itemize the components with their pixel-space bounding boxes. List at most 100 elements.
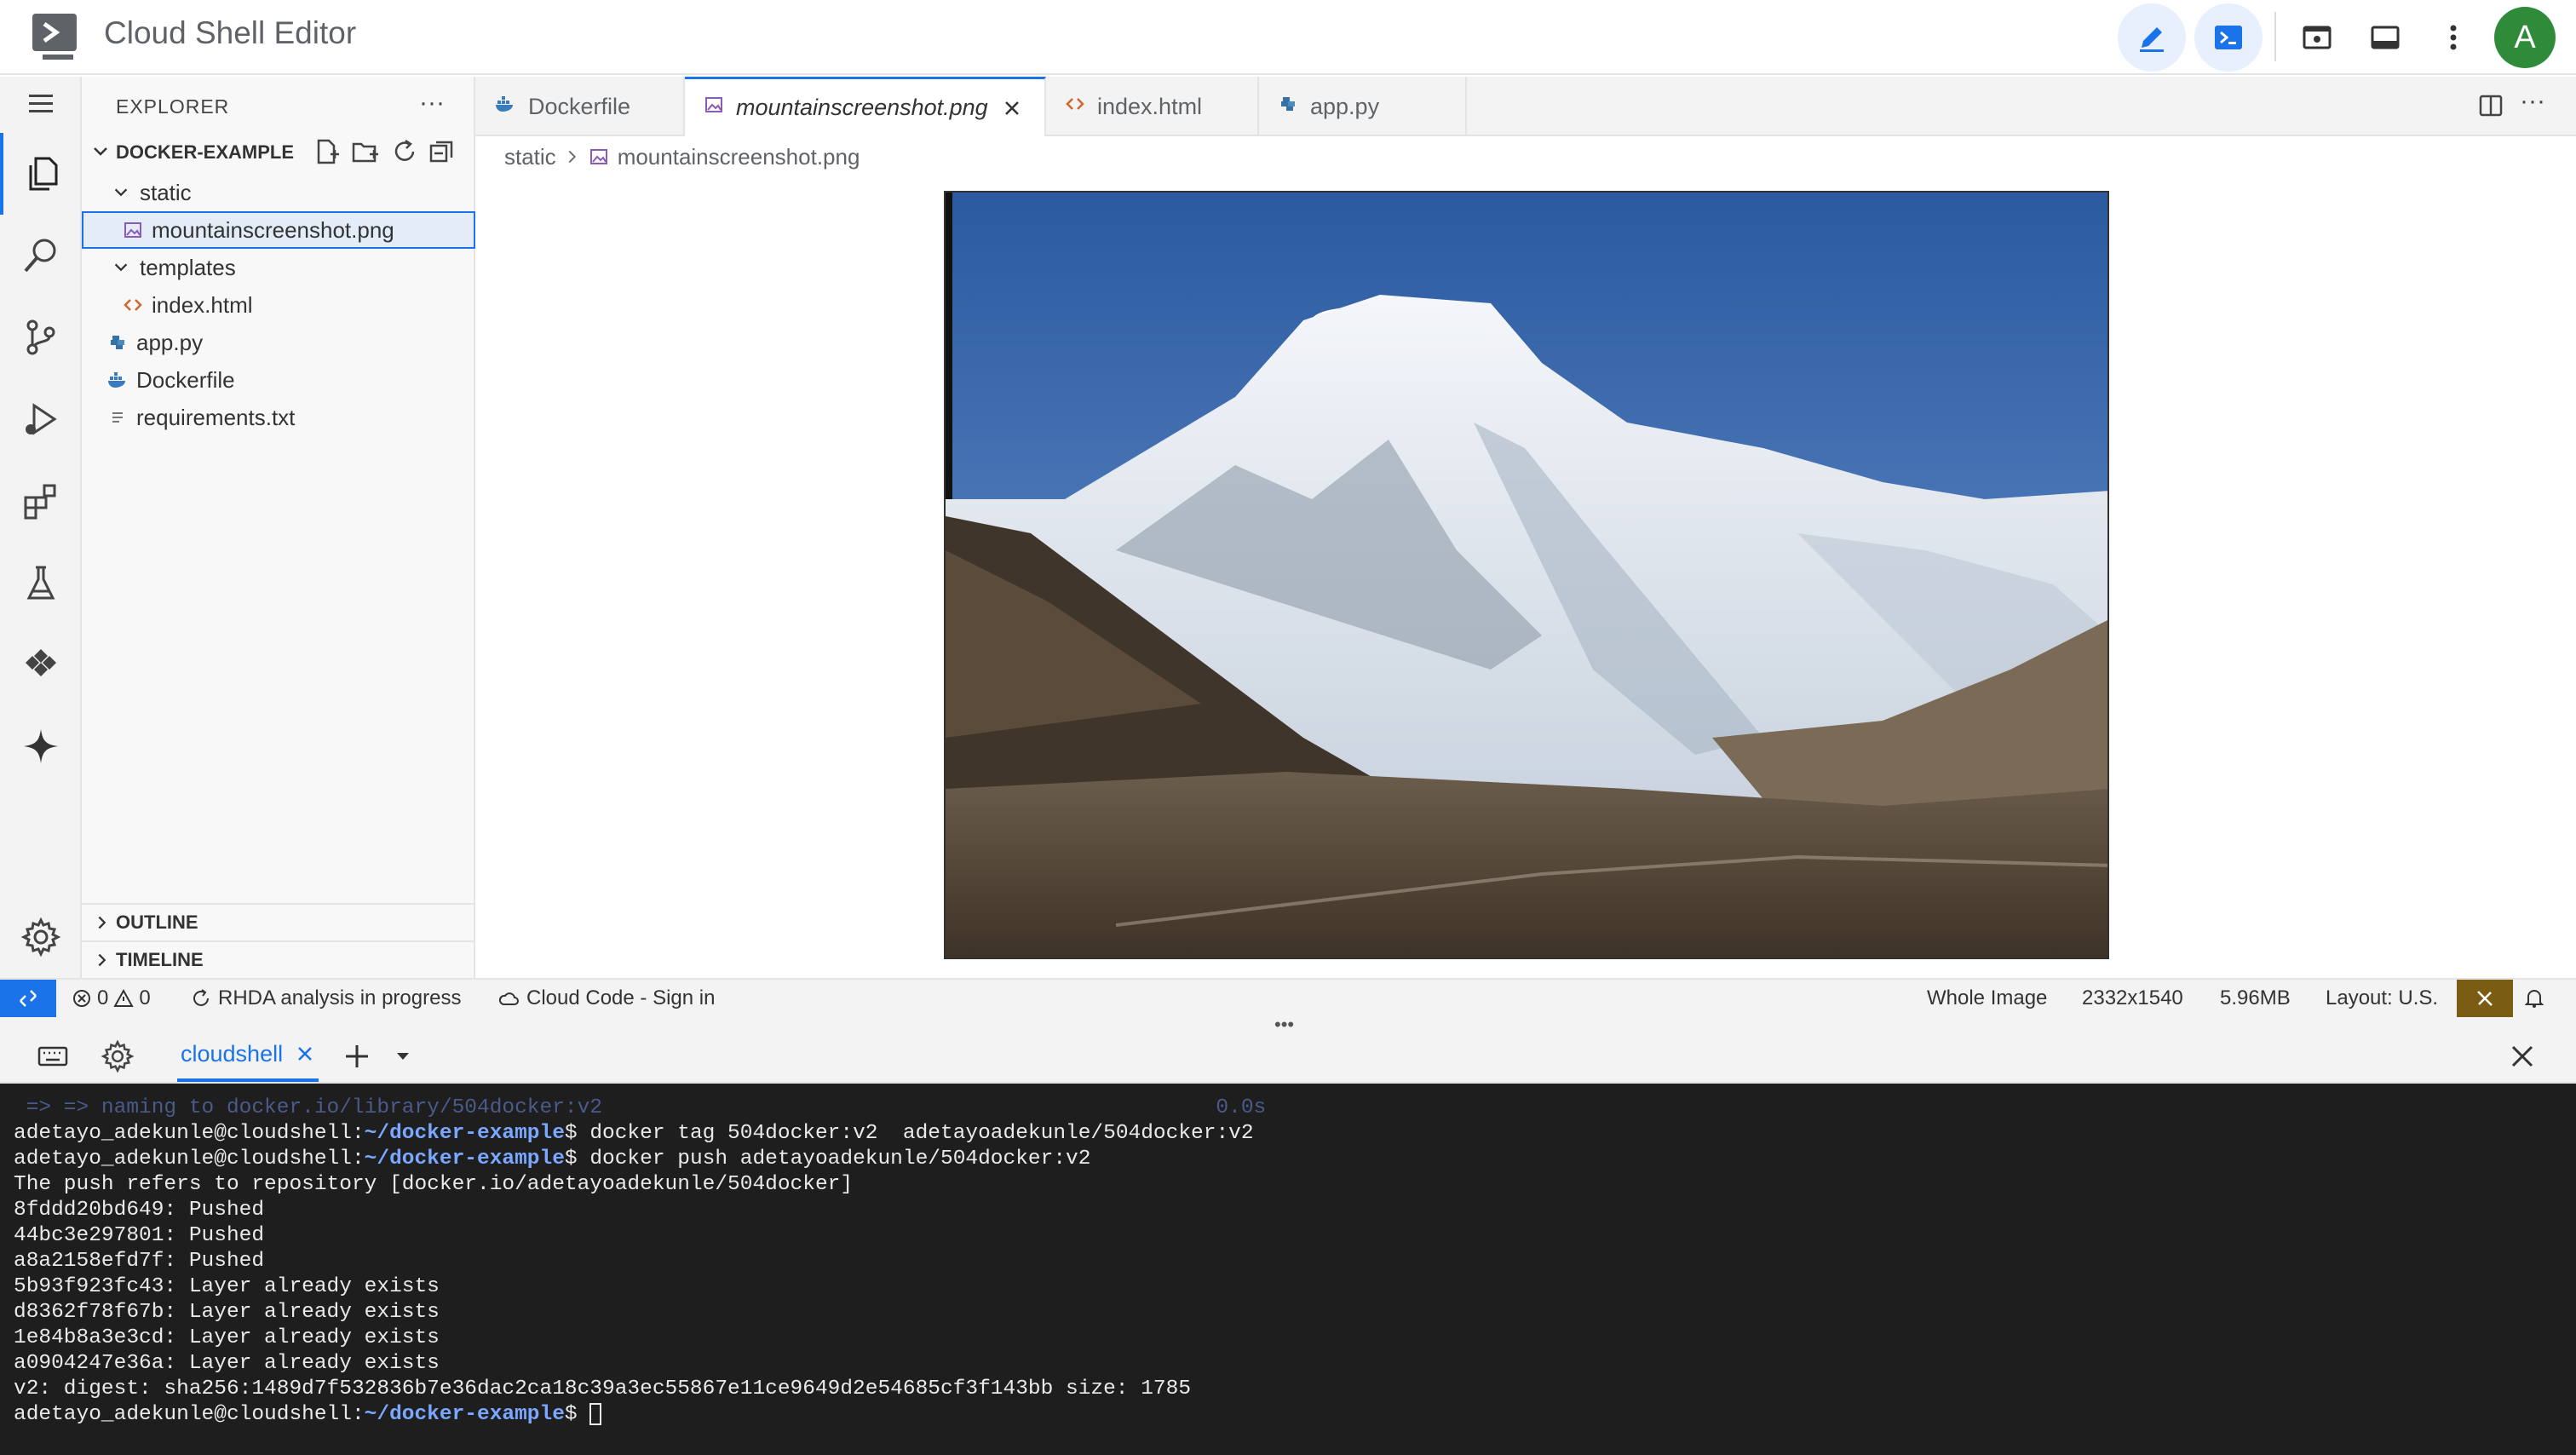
breadcrumb-folder[interactable]: static [504, 144, 556, 170]
activity-search[interactable] [0, 215, 82, 296]
tree-file-app-py[interactable]: app.py [82, 324, 475, 361]
chevron-down-icon [107, 258, 135, 277]
activity-source-control[interactable] [0, 296, 82, 378]
hamburger-icon [29, 95, 53, 112]
prompt-path: ~/docker-example [364, 1122, 565, 1145]
activity-cloud-code[interactable] [0, 624, 82, 705]
rhda-label: RHDA analysis in progress [218, 986, 462, 1009]
more-options-button[interactable] [2419, 3, 2487, 72]
caret-down-icon[interactable] [394, 1047, 412, 1066]
terminal-output[interactable]: => => naming to docker.io/library/504doc… [0, 1084, 2576, 1455]
notifications-button[interactable] [2523, 980, 2545, 1017]
new-file-icon[interactable] [312, 137, 341, 166]
cloud-code-status[interactable]: Cloud Code - Sign in [497, 980, 715, 1017]
open-editor-button[interactable] [2118, 3, 2186, 72]
more-vertical-icon [2450, 25, 2457, 50]
rhda-status[interactable]: RHDA analysis in progress [191, 980, 461, 1017]
error-count: 0 [97, 986, 109, 1009]
tab-label: mountainscreenshot.png [736, 95, 988, 120]
collapse-all-icon[interactable] [428, 137, 457, 166]
activity-gemini[interactable] [0, 705, 82, 787]
web-preview-button[interactable] [2283, 3, 2351, 72]
tree-label: static [140, 179, 192, 205]
prompt-command: $ [564, 1403, 590, 1426]
breadcrumb-file[interactable]: mountainscreenshot.png [618, 144, 860, 170]
broadcast-off-icon [2477, 991, 2493, 1006]
prompt-path: ~/docker-example [364, 1403, 565, 1426]
split-editor-icon[interactable] [2477, 92, 2504, 119]
tree-label: mountainscreenshot.png [152, 216, 394, 243]
open-terminal-button[interactable] [2194, 3, 2263, 72]
tab-cloudshell[interactable]: cloudshell [177, 1029, 319, 1082]
tree-file-dockerfile[interactable]: Dockerfile [82, 361, 475, 399]
tree-folder-templates[interactable]: templates [82, 249, 475, 286]
panel-resize-handle[interactable]: ••• [0, 1014, 2576, 1035]
panel-layout-icon [2371, 26, 2400, 49]
explorer-more-icon[interactable]: ··· [419, 89, 445, 118]
activity-extensions[interactable] [0, 460, 82, 542]
remote-indicator[interactable] [0, 980, 56, 1017]
tab-label: index.html [1097, 93, 1203, 119]
tab-index-html[interactable]: index.html [1046, 77, 1259, 136]
no-sync-indicator[interactable] [2457, 980, 2513, 1017]
toggle-panel-button[interactable] [2351, 3, 2419, 72]
code-icon [1065, 94, 1085, 120]
docker-icon [494, 94, 516, 120]
tab-mountainscreenshot[interactable]: mountainscreenshot.png [685, 77, 1046, 136]
new-folder-icon[interactable] [351, 137, 380, 166]
close-icon[interactable] [1002, 98, 1022, 118]
whole-image-status[interactable]: Whole Image [1927, 980, 2047, 1017]
tree-label: app.py [136, 329, 204, 355]
image-size: 5.96MB [2220, 986, 2291, 1009]
close-panel-icon[interactable] [2508, 1042, 2537, 1071]
chevron-right-icon [89, 913, 116, 932]
terminal-line: The push refers to repository [docker.io… [14, 1173, 854, 1196]
cloud-code-icon [26, 649, 56, 676]
tree-folder-static[interactable]: static [82, 174, 475, 211]
files-icon [29, 157, 58, 191]
tab-label: app.py [1310, 93, 1380, 119]
cloud-icon [498, 992, 519, 1005]
terminal-icon [2215, 26, 2242, 49]
pencil-icon [2140, 27, 2164, 52]
warning-count: 0 [139, 986, 151, 1009]
project-header[interactable]: DOCKER-EXAMPLE [82, 133, 475, 170]
account-avatar[interactable]: A [2494, 7, 2556, 68]
tab-app-py[interactable]: app.py [1259, 77, 1467, 136]
chevron-down-icon [94, 147, 107, 156]
section-outline[interactable]: OUTLINE [82, 903, 475, 940]
problems-indicator[interactable]: 0 0 [72, 980, 151, 1017]
image-preview[interactable] [944, 191, 2109, 959]
activity-testing[interactable] [0, 542, 82, 624]
activity-explorer[interactable] [0, 133, 82, 215]
tree-file-index-html[interactable]: index.html [82, 286, 475, 324]
image-file-icon [119, 220, 147, 240]
terminal-settings-icon[interactable] [101, 1039, 135, 1073]
explorer-sidebar: EXPLORER ··· DOCKER-EXAMPLE static mount… [82, 77, 475, 978]
add-terminal-icon[interactable] [342, 1042, 371, 1071]
keyboard-icon[interactable] [36, 1039, 70, 1073]
sparkle-icon [24, 729, 58, 763]
source-control-icon [26, 319, 55, 355]
image-icon [704, 95, 724, 121]
tab-dockerfile[interactable]: Dockerfile [475, 77, 685, 136]
toolbar-divider [2274, 12, 2276, 61]
remote-icon [20, 990, 37, 1007]
activity-settings[interactable] [0, 896, 82, 978]
tree-file-mountainscreenshot[interactable]: mountainscreenshot.png [82, 211, 475, 249]
terminal-panel-header: cloudshell [0, 1029, 2576, 1084]
menu-button[interactable] [0, 77, 82, 129]
sync-icon [193, 989, 209, 1006]
close-icon[interactable] [295, 1044, 315, 1064]
section-timeline[interactable]: TIMELINE [82, 940, 475, 978]
keyboard-layout[interactable]: Layout: U.S. [2326, 980, 2438, 1017]
terminal-tab-label: cloudshell [181, 1040, 284, 1067]
refresh-icon[interactable] [390, 137, 419, 166]
activity-run-debug[interactable] [0, 378, 82, 460]
editor-more-icon[interactable]: ··· [2520, 87, 2545, 116]
html-file-icon [119, 295, 147, 315]
project-name: DOCKER-EXAMPLE [116, 141, 295, 163]
tree-label: requirements.txt [136, 404, 296, 430]
tree-file-requirements[interactable]: requirements.txt [82, 399, 475, 436]
bell-icon [2524, 990, 2544, 1008]
